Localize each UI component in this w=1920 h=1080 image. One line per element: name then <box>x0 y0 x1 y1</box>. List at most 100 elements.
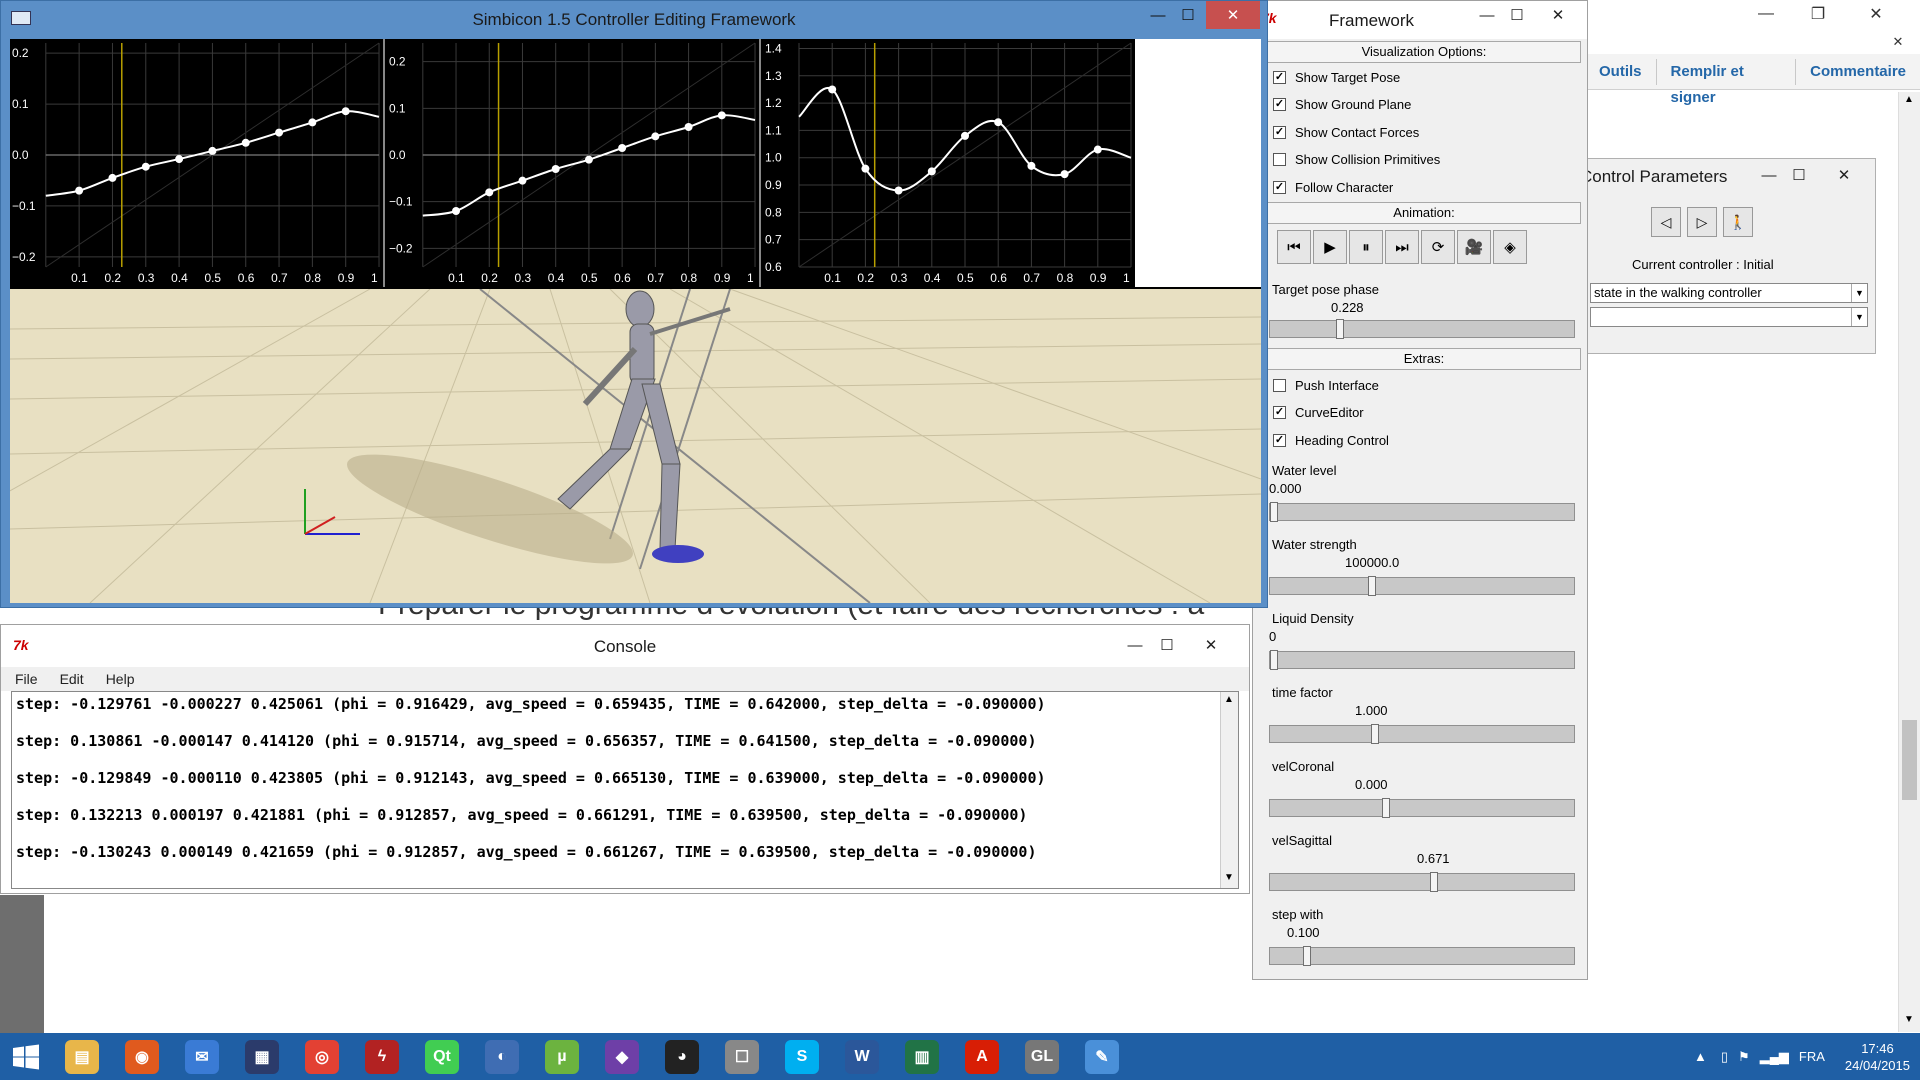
maximize-icon[interactable]: ☐ <box>1495 1 1539 29</box>
maximize-icon[interactable]: ☐ <box>1777 161 1821 189</box>
checkmark-icon[interactable]: ✓ <box>1273 406 1286 419</box>
close-icon[interactable]: ✕ <box>1206 1 1260 29</box>
chevron-down-icon[interactable]: ▼ <box>1851 308 1867 326</box>
pdf-scrollbar[interactable]: ▲ ▼ <box>1898 92 1920 1032</box>
scroll-down-icon[interactable]: ▼ <box>1224 872 1234 883</box>
curve-control-point[interactable] <box>717 111 726 120</box>
curve-control-point[interactable] <box>141 162 150 171</box>
flag-icon[interactable]: ⚑ <box>1738 1049 1750 1065</box>
close-icon[interactable]: ✕ <box>1189 631 1233 659</box>
curve-control-point[interactable] <box>341 107 350 116</box>
curve-control-point[interactable] <box>618 144 627 152</box>
curve-control-point[interactable] <box>108 173 117 182</box>
menu-help[interactable]: Help <box>92 671 143 687</box>
next-state-button[interactable]: ▷ <box>1687 207 1717 237</box>
taskbar-app-antivirus[interactable]: ϟ <box>352 1033 412 1080</box>
scroll-up-icon[interactable]: ▲ <box>1904 94 1914 105</box>
curve-control-point[interactable] <box>584 155 593 164</box>
curve-control-point[interactable] <box>1093 145 1102 154</box>
curve-plot-2[interactable]: 0.2 0.1 0.0 −0.1 −0.2 0.1 0.2 0.3 0.4 0.5 0.6 0.7 0.… <box>387 39 761 287</box>
previous-state-button[interactable]: ◁ <box>1651 207 1681 237</box>
taskbar-app-visual-studio[interactable]: ◆ <box>592 1033 652 1080</box>
slider-thumb[interactable] <box>1371 724 1379 744</box>
curve-plot-3[interactable]: 1.4 1.3 1.2 1.1 1.0 0.9 0.8 0.7 0.6 0.1 0.2 0.3 0.4 0… <box>763 39 1135 287</box>
slider-liquid-density[interactable] <box>1269 650 1575 670</box>
vis-checkbox-show-ground-plane[interactable]: ✓ Show Ground Plane <box>1273 94 1411 116</box>
curve-control-point[interactable] <box>1027 161 1036 170</box>
curve-control-point[interactable] <box>861 164 870 173</box>
camera-button[interactable]: 🎥 <box>1457 230 1491 264</box>
checkmark-icon[interactable]: ✓ <box>1273 70 1286 84</box>
character-button[interactable]: 🚶 <box>1723 207 1753 237</box>
curve-control-point[interactable] <box>75 186 84 195</box>
restart-button[interactable]: ⟳ <box>1421 230 1455 264</box>
main-viewport[interactable]: 0.2 0.1 0.0 −0.1 −0.2 0.1 0.2 0.3 0.4 0.5 0.6 0.7 0.… <box>10 39 1261 603</box>
slider-thumb[interactable] <box>1336 319 1344 339</box>
pause-button[interactable]: ⏸ <box>1349 230 1383 264</box>
extra-checkbox-push-interface[interactable]: Push Interface <box>1273 374 1379 396</box>
curve-control-point[interactable] <box>551 165 560 173</box>
slider-thumb[interactable] <box>1430 872 1438 892</box>
curve-control-point[interactable] <box>894 186 903 195</box>
vis-checkbox-show-collision-primitives[interactable]: Show Collision Primitives <box>1273 149 1440 171</box>
trajectory-select[interactable]: ▼ <box>1590 307 1868 327</box>
close-icon[interactable]: ✕ <box>1853 0 1899 28</box>
curve-control-point[interactable] <box>994 118 1003 127</box>
curve-control-point[interactable] <box>828 85 837 94</box>
tool-outils[interactable]: Outils <box>1585 58 1657 85</box>
slider-thumb[interactable] <box>1270 502 1278 522</box>
start-button[interactable] <box>0 1033 52 1080</box>
extra-checkbox-heading-control[interactable]: ✓ Heading Control <box>1273 429 1389 451</box>
maximize-icon[interactable]: ☐ <box>1145 631 1189 659</box>
mesh-button[interactable]: ◈ <box>1493 230 1527 264</box>
slider-velsagittal[interactable] <box>1269 872 1575 892</box>
curve-plot-1[interactable]: 0.2 0.1 0.0 −0.1 −0.2 0.1 0.2 0.3 0.4 0.5 0.6 0.7 0.… <box>10 39 385 287</box>
chevron-down-icon[interactable]: ▼ <box>1851 284 1867 302</box>
taskbar-app-opengl-app[interactable]: GL <box>1012 1033 1072 1080</box>
taskbar-app-qt-creator[interactable]: Qt <box>412 1033 472 1080</box>
state-select[interactable]: state in the walking controller ▼ <box>1590 283 1868 303</box>
slider-thumb[interactable] <box>1303 946 1311 966</box>
taskbar-app-file-explorer[interactable]: ▤ <box>52 1033 112 1080</box>
taskbar-app-firefox[interactable]: ◉ <box>112 1033 172 1080</box>
curve-control-point[interactable] <box>175 155 184 164</box>
target-pose-phase-slider[interactable] <box>1269 319 1575 339</box>
doc-close-icon[interactable]: ✕ <box>1875 28 1920 56</box>
taskbar-app-app-spiral[interactable]: ◐ <box>472 1033 532 1080</box>
tool-commentaire[interactable]: Commentaire <box>1796 59 1920 85</box>
checkmark-icon[interactable]: ✓ <box>1273 433 1286 447</box>
scroll-down-icon[interactable]: ▼ <box>1904 1014 1914 1025</box>
taskbar-app-joystick-app[interactable]: ☐ <box>712 1033 772 1080</box>
taskbar-app-thunderbird[interactable]: ✉ <box>172 1033 232 1080</box>
menu-edit[interactable]: Edit <box>46 671 92 687</box>
language-indicator[interactable]: FRA <box>1799 1049 1825 1064</box>
taskbar-app-acrobat[interactable]: A <box>952 1033 1012 1080</box>
checkbox-empty[interactable] <box>1273 378 1286 392</box>
vis-checkbox-show-target-pose[interactable]: ✓ Show Target Pose <box>1273 66 1400 88</box>
curve-control-point[interactable] <box>651 132 660 141</box>
curve-control-point[interactable] <box>308 118 317 127</box>
console-output[interactable]: step: -0.129761 -0.000227 0.425061 (phi … <box>11 691 1239 889</box>
curve-control-point[interactable] <box>241 138 250 147</box>
taskbar-app-skype[interactable]: S <box>772 1033 832 1080</box>
slider-water-strength[interactable] <box>1269 576 1575 596</box>
vis-checkbox-follow-character[interactable]: ✓ Follow Character <box>1273 176 1393 198</box>
taskbar-app-github[interactable]: ◕ <box>652 1033 712 1080</box>
menu-file[interactable]: File <box>1 671 46 687</box>
slider-thumb[interactable] <box>1270 650 1278 670</box>
taskbar-app-network-app[interactable]: ▦ <box>232 1033 292 1080</box>
slider-thumb[interactable] <box>1368 576 1376 596</box>
slider-step-with[interactable] <box>1269 946 1575 966</box>
checkbox-empty[interactable] <box>1273 153 1286 166</box>
checkmark-icon[interactable]: ✓ <box>1273 98 1286 111</box>
maximize-icon[interactable]: ☐ <box>1166 1 1210 29</box>
pdf-scroll-thumb[interactable] <box>1902 720 1917 800</box>
slider-velcoronal[interactable] <box>1269 798 1575 818</box>
curve-control-point[interactable] <box>485 188 494 197</box>
curve-control-point[interactable] <box>452 207 461 215</box>
slider-thumb[interactable] <box>1382 798 1390 818</box>
minimize-icon[interactable]: — <box>1743 0 1789 28</box>
curve-control-point[interactable] <box>927 167 936 176</box>
rewind-button[interactable]: ⏮ <box>1277 230 1311 264</box>
device-icon[interactable]: ▯ <box>1721 1049 1728 1065</box>
